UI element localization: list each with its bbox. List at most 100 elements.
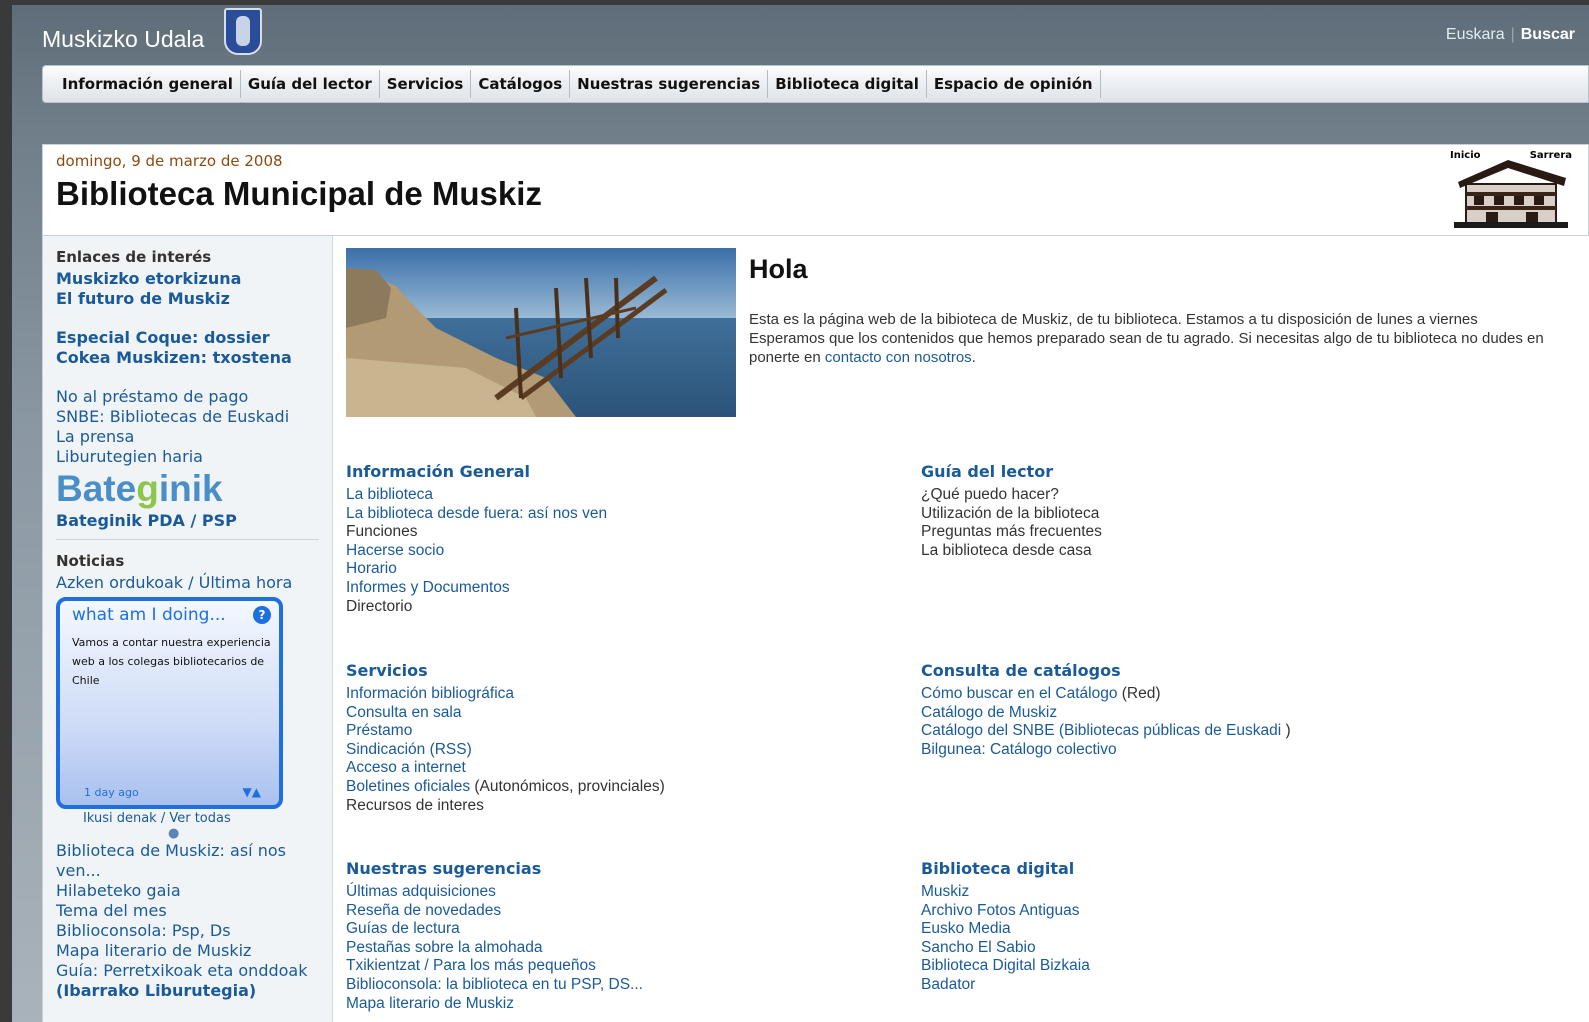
widget-scroll-arrows-icon[interactable]: ▼▲: [243, 785, 261, 799]
sidebar-link-prestamo-pago[interactable]: No al préstamo de pago: [56, 387, 319, 407]
nav-nuestras-sugerencias[interactable]: Nuestras sugerencias: [570, 70, 769, 98]
nav-biblioteca-digital[interactable]: Biblioteca digital: [768, 70, 927, 98]
buscar-link[interactable]: Buscar: [1521, 26, 1575, 43]
news-item-tema-del-mes[interactable]: Tema del mes: [56, 901, 319, 921]
news-item-guia-perretxikoak[interactable]: Guía: Perretxikoak eta onddoak: [56, 961, 319, 981]
section-nuestras-sugerencias: Nuestras sugerencias Últimas adquisicion…: [346, 859, 643, 1013]
hero-image: [346, 248, 736, 417]
link-bilgunea[interactable]: Bilgunea: Catálogo colectivo: [921, 741, 1117, 758]
link-ultimas-adquisiciones[interactable]: Últimas adquisiciones: [346, 883, 496, 900]
main-content: Hola Esta es la página web de la bibiote…: [346, 236, 1586, 1022]
page-title: Biblioteca Municipal de Muskiz: [56, 175, 542, 212]
link-sindicacion-rss[interactable]: Sindicación (RSS): [346, 741, 472, 758]
twitter-widget: what am I doing... ? Vamos a contar nues…: [56, 597, 283, 809]
sidebar-link-liburutegien-haria[interactable]: Liburutegien haria: [56, 447, 319, 467]
sidebar-links-heading: Enlaces de interés: [56, 248, 212, 266]
link-badator[interactable]: Badator: [921, 976, 975, 993]
separator: |: [1510, 26, 1515, 43]
text-desde-casa: La biblioteca desde casa: [921, 541, 1092, 559]
news-item-mapa-literario[interactable]: Mapa literario de Muskiz: [56, 941, 319, 961]
section-title-biblioteca-digital[interactable]: Biblioteca digital: [921, 859, 1090, 878]
link-boletines-oficiales[interactable]: Boletines oficiales: [346, 778, 470, 795]
sidebar-link-cokea-muskizen[interactable]: Cokea Muskizen: txostena: [56, 348, 319, 368]
ver-todas-link[interactable]: Ikusi denak / Ver todas: [83, 811, 319, 826]
link-la-biblioteca[interactable]: La biblioteca: [346, 486, 433, 503]
link-consulta-en-sala[interactable]: Consulta en sala: [346, 704, 461, 721]
link-guias-lectura[interactable]: Guías de lectura: [346, 920, 460, 937]
text-que-puedo-hacer: ¿Qué puedo hacer?: [921, 486, 1059, 503]
link-informes[interactable]: Informes y Documentos: [346, 579, 510, 596]
sidebar-link-prensa[interactable]: La prensa: [56, 427, 319, 447]
text-funciones: Funciones: [346, 523, 418, 541]
link-prestamo[interactable]: Préstamo: [346, 722, 412, 739]
link-biblioteca-desde-fuera[interactable]: La biblioteca desde fuera: así nos ven: [346, 505, 607, 522]
nav-catalogos[interactable]: Catálogos: [471, 70, 571, 98]
site-title[interactable]: Muskizko Udala: [42, 26, 204, 53]
home-logo-image[interactable]: Inicio Sarrera: [1446, 148, 1576, 234]
widget-title: what am I doing...: [72, 605, 226, 625]
link-eusko-media[interactable]: Eusko Media: [921, 920, 1011, 937]
link-biblioteca-digital-bizkaia[interactable]: Biblioteca Digital Bizkaia: [921, 957, 1090, 974]
news-item-asi-nos-ven[interactable]: Biblioteca de Muskiz: así nos ven...: [56, 841, 319, 881]
section-title-nuestras-sugerencias[interactable]: Nuestras sugerencias: [346, 859, 643, 878]
link-biblioconsola[interactable]: Biblioconsola: la biblioteca en tu PSP, …: [346, 976, 643, 993]
euskara-link[interactable]: Euskara: [1446, 26, 1505, 43]
section-title-guia-del-lector[interactable]: Guía del lector: [921, 462, 1102, 481]
news-item-biblioconsola[interactable]: Biblioconsola: Psp, Ds: [56, 921, 319, 941]
link-archivo-fotos[interactable]: Archivo Fotos Antiguas: [921, 902, 1080, 919]
link-acceso-internet[interactable]: Acceso a internet: [346, 759, 466, 776]
window-frame-top: [0, 0, 1589, 5]
nav-espacio-de-opinion[interactable]: Espacio de opinión: [927, 70, 1101, 98]
welcome-heading: Hola: [749, 254, 808, 284]
link-hacerse-socio[interactable]: Hacerse socio: [346, 542, 444, 559]
sidebar-link-muskizko-etorkizuna[interactable]: Muskizko etorkizuna: [56, 269, 319, 289]
main-nav: Información general Guía del lector Serv…: [42, 65, 1589, 103]
sidebar-link-especial-coque[interactable]: Especial Coque: dossier: [56, 328, 319, 348]
nav-guia-del-lector[interactable]: Guía del lector: [241, 70, 380, 98]
page-date: domingo, 9 de marzo de 2008: [56, 152, 283, 170]
como-buscar-detail: (Red): [1117, 685, 1161, 702]
link-sancho-el-sabio[interactable]: Sancho El Sabio: [921, 939, 1036, 956]
coat-of-arms-icon: [224, 8, 262, 55]
section-informacion-general: Información General La biblioteca La bib…: [346, 462, 607, 616]
widget-message: Vamos a contar nuestra experiencia web a…: [72, 636, 271, 687]
link-pestanas-almohada[interactable]: Pestañas sobre la almohada: [346, 939, 542, 956]
page-header: domingo, 9 de marzo de 2008 Biblioteca M…: [42, 144, 1589, 236]
intro-paragraph: Esta es la página web de la bibioteca de…: [749, 310, 1549, 367]
section-biblioteca-digital: Biblioteca digital Muskiz Archivo Fotos …: [921, 859, 1090, 995]
link-mapa-literario[interactable]: Mapa literario de Muskiz: [346, 995, 514, 1012]
link-catalogo-muskiz[interactable]: Catálogo de Muskiz: [921, 704, 1057, 721]
intro-end: .: [971, 349, 976, 366]
section-title-informacion-general[interactable]: Información General: [346, 462, 607, 481]
sidebar-link-snbe[interactable]: SNBE: Bibliotecas de Euskadi: [56, 407, 319, 427]
sidebar-link-bateginik-pda[interactable]: Bateginik PDA / PSP: [56, 511, 319, 531]
link-informacion-bibliografica[interactable]: Información bibliográfica: [346, 685, 514, 702]
link-horario[interactable]: Horario: [346, 560, 397, 577]
sidebar-links-section: Enlaces de interés Muskizko etorkizuna E…: [43, 236, 332, 540]
window-frame-left: [0, 0, 12, 1022]
link-muskiz[interactable]: Muskiz: [921, 883, 969, 900]
news-ultima-hora-link[interactable]: Azken ordukoak / Última hora: [56, 573, 319, 593]
drop-icon: ●: [168, 826, 180, 841]
help-icon[interactable]: ?: [253, 606, 271, 624]
link-resena-novedades[interactable]: Reseña de novedades: [346, 902, 501, 919]
widget-timestamp[interactable]: 1 day ago: [84, 786, 139, 799]
logo-label-inicio: Inicio: [1450, 150, 1481, 161]
contact-link[interactable]: contacto con nosotros: [825, 349, 972, 366]
section-title-catalogos[interactable]: Consulta de catálogos: [921, 661, 1291, 680]
news-item-hilabeteko-gaia[interactable]: Hilabeteko gaia: [56, 881, 319, 901]
sidebar-news-section: Noticias Azken ordukoak / Última hora wh…: [43, 540, 332, 1001]
nav-informacion-general[interactable]: Información general: [55, 70, 241, 98]
link-catalogo-snbe[interactable]: Catálogo del SNBE (Bibliotecas públicas …: [921, 722, 1281, 739]
news-heading: Noticias: [56, 552, 125, 570]
link-txikientzat[interactable]: Txikientzat / Para los más pequeños: [346, 957, 596, 974]
bateginik-logo[interactable]: Bateginik: [56, 467, 319, 511]
text-recursos-interes: Recursos de interes: [346, 796, 484, 814]
news-item-ibarrako[interactable]: (Ibarrako Liburutegia): [56, 981, 319, 1001]
sidebar-link-futuro-muskiz[interactable]: El futuro de Muskiz: [56, 289, 319, 309]
nav-servicios[interactable]: Servicios: [380, 70, 472, 98]
section-guia-del-lector: Guía del lector ¿Qué puedo hacer? Utiliz…: [921, 462, 1102, 560]
section-title-servicios[interactable]: Servicios: [346, 661, 665, 680]
link-como-buscar[interactable]: Cómo buscar en el Catálogo: [921, 685, 1117, 702]
sidebar: Enlaces de interés Muskizko etorkizuna E…: [43, 236, 333, 1022]
